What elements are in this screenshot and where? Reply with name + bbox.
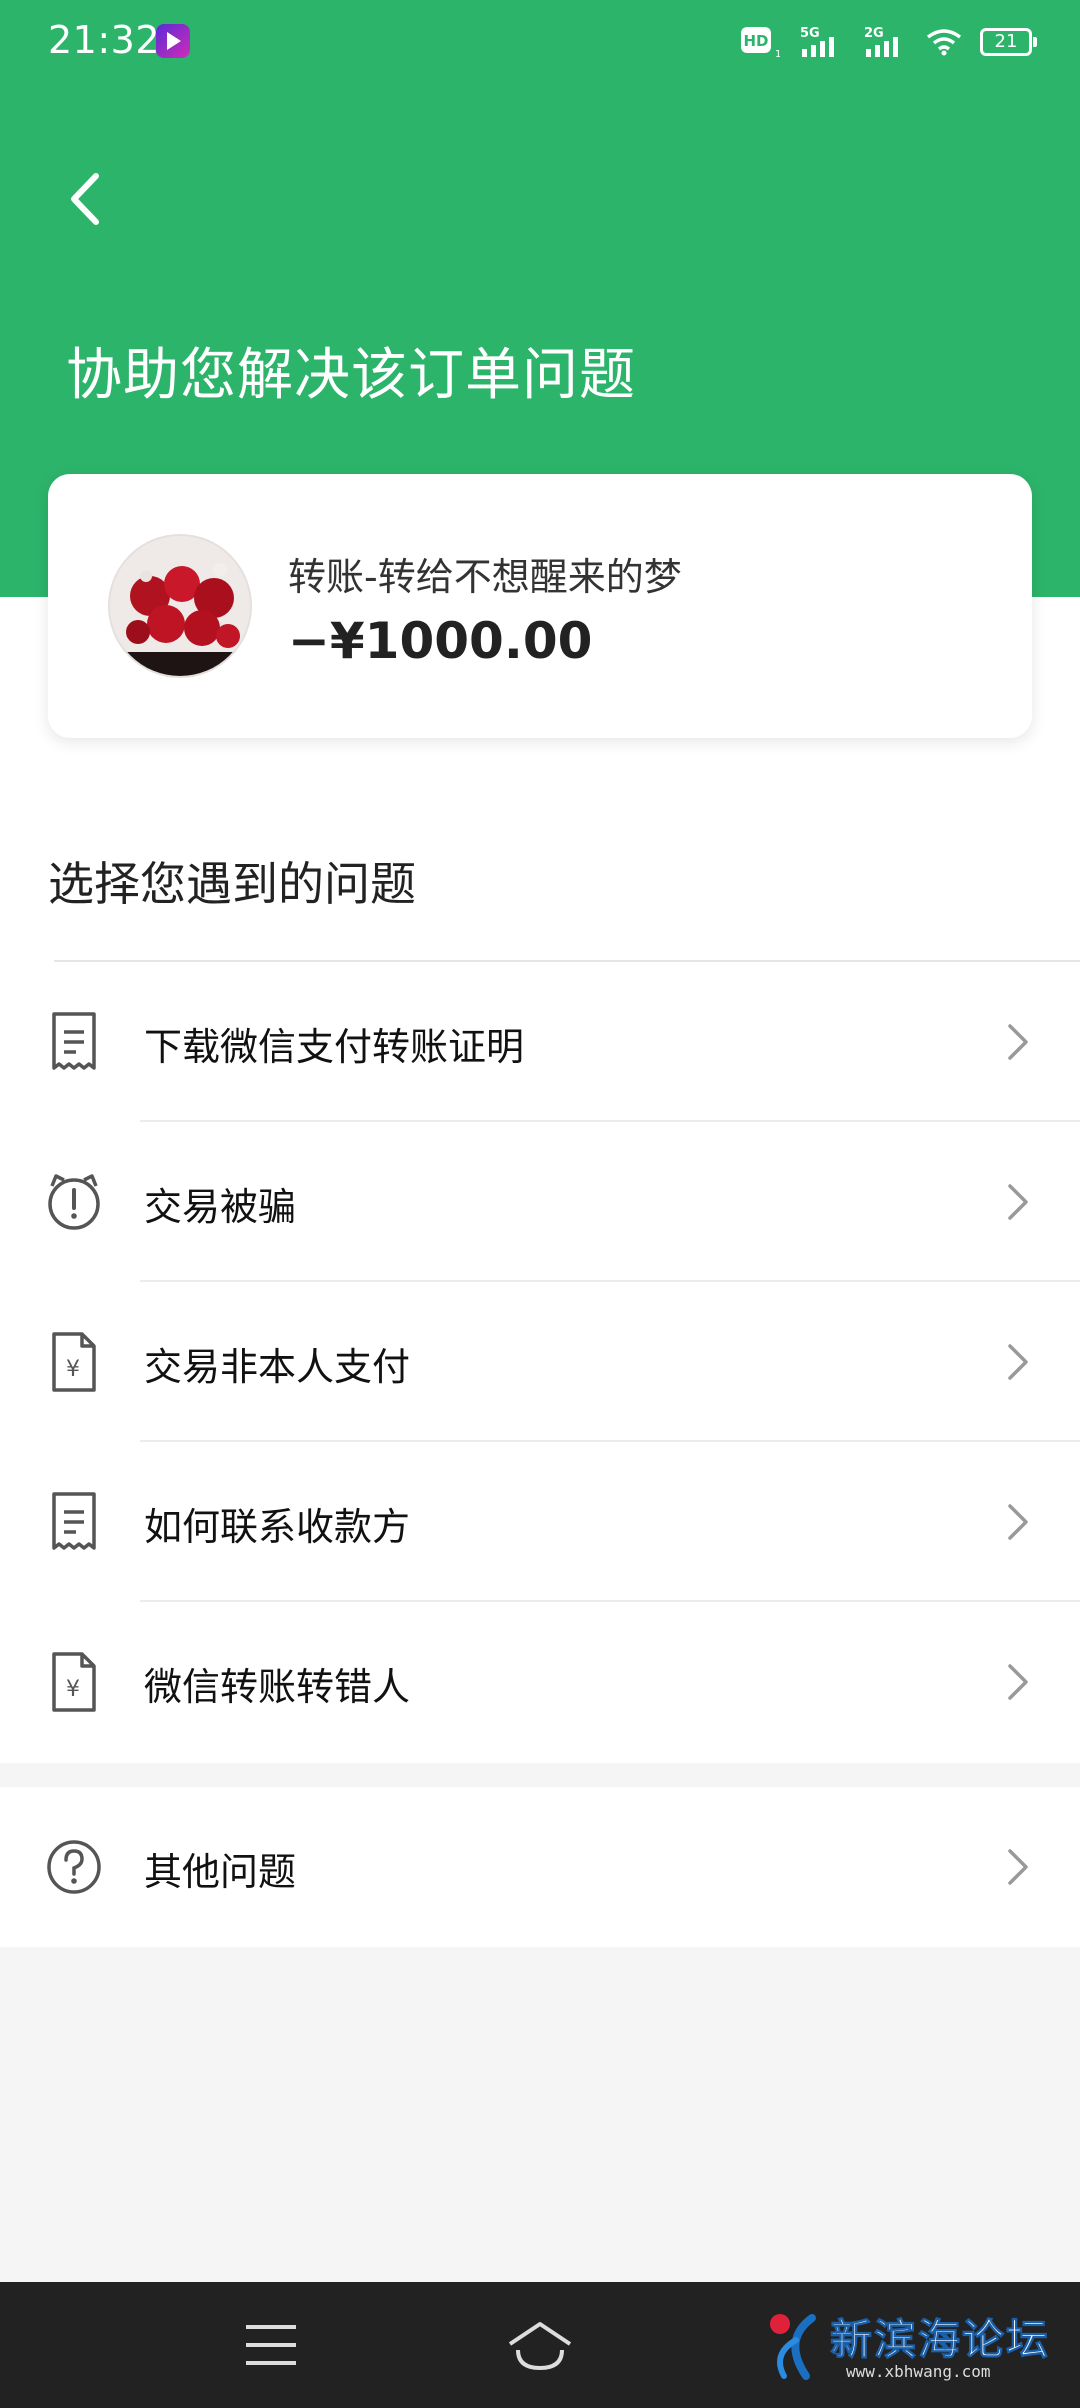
2g-label: 2G: [864, 26, 884, 41]
5g-label: 5G: [800, 26, 820, 41]
svg-text:¥: ¥: [66, 1357, 80, 1382]
section-gap: [0, 1763, 1080, 1787]
chevron-right-icon: [1008, 1184, 1028, 1220]
issue-item-contact-payee[interactable]: 如何联系收款方: [0, 1442, 1080, 1602]
receipt-icon: [52, 1492, 96, 1550]
order-amount: −¥1000.00: [288, 612, 593, 670]
chevron-right-icon: [1008, 1664, 1028, 1700]
video-app-icon: [156, 24, 190, 58]
alarm-alert-icon: [48, 1174, 100, 1230]
issue-label: 交易非本人支付: [144, 1345, 411, 1389]
signal-5g-icon: 5G: [800, 26, 834, 57]
recipient-avatar: [108, 534, 252, 678]
watermark-text: 新滨海论坛: [829, 2315, 1051, 2365]
watermark-emblem-icon: [770, 2314, 816, 2380]
chevron-right-icon: [1008, 1344, 1028, 1380]
wifi-icon: [926, 29, 962, 56]
order-title: 转账-转给不想醒来的梦: [288, 555, 682, 599]
issue-label: 如何联系收款方: [144, 1505, 411, 1549]
svg-text:¥: ¥: [66, 1677, 80, 1702]
issue-item-scammed[interactable]: 交易被骗: [0, 1122, 1080, 1282]
hd-label: HD: [743, 32, 768, 50]
section-label: 选择您遇到的问题: [48, 857, 416, 911]
issue-label: 微信转账转错人: [144, 1665, 411, 1709]
svg-text:1: 1: [775, 49, 780, 59]
chevron-right-icon: [1008, 1024, 1028, 1060]
yen-document-icon: ¥: [52, 1652, 96, 1712]
status-bar: 21:32 HD 1 5G 2G 21: [0, 0, 1080, 84]
issue-label: 下载微信支付转账证明: [144, 1025, 525, 1069]
hd-icon: HD 1: [741, 27, 780, 59]
back-arrow-icon[interactable]: [56, 164, 116, 234]
order-card: 转账-转给不想醒来的梦 −¥1000.00: [48, 474, 1032, 738]
page-title: 协助您解决该订单问题: [66, 343, 636, 408]
battery-indicator: 21: [980, 28, 1037, 56]
watermark-logo: 新滨海论坛 www.xbhwang.com: [766, 2306, 1062, 2388]
home-icon[interactable]: [504, 2318, 576, 2374]
issue-label: 其他问题: [144, 1850, 297, 1894]
issue-label: 交易被骗: [144, 1185, 297, 1229]
issue-item-wrong-recipient[interactable]: ¥ 微信转账转错人: [0, 1602, 1080, 1762]
receipt-icon: [52, 1012, 96, 1070]
issue-item-other[interactable]: 其他问题: [0, 1787, 1080, 1947]
issue-item-unauthorized-payment[interactable]: ¥ 交易非本人支付: [0, 1282, 1080, 1442]
watermark-url: www.xbhwang.com: [846, 2362, 991, 2381]
chevron-right-icon: [1008, 1504, 1028, 1540]
question-circle-icon: [47, 1840, 101, 1894]
status-indicators: HD 1 5G 2G 21: [740, 22, 1037, 62]
system-nav-bar: 新滨海论坛 www.xbhwang.com: [0, 2282, 1080, 2408]
yen-document-icon: ¥: [52, 1332, 96, 1392]
signal-2g-icon: 2G: [864, 26, 898, 57]
menu-icon[interactable]: [244, 2322, 298, 2368]
chevron-right-icon: [1008, 1849, 1028, 1885]
issue-item-download-proof[interactable]: 下载微信支付转账证明: [0, 962, 1080, 1122]
status-time: 21:32: [48, 18, 161, 62]
